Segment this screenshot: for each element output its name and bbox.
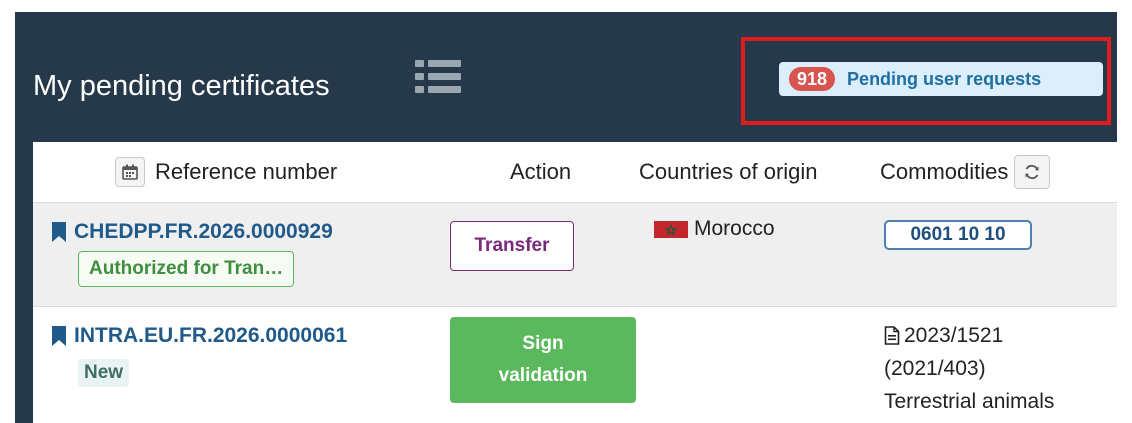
header-countries: Countries of origin (639, 159, 818, 184)
list-icon[interactable] (413, 56, 465, 98)
header-commodities-label: Commodities (880, 159, 1009, 184)
status-badge: Authorized for Tran… (78, 251, 295, 287)
flag-morocco-icon (654, 220, 688, 238)
regulation-ref: (2021/403) (884, 357, 986, 380)
header-action: Action (510, 159, 572, 184)
panel-title: My pending certificates (33, 70, 330, 102)
pending-count-badge: 918 (789, 67, 836, 91)
pending-requests-label: Pending user requests (847, 68, 1042, 89)
reference-number: CHEDPP.FR.2026.0000929 (74, 220, 333, 243)
calendar-icon[interactable] (115, 157, 145, 187)
sign-label: Sign (522, 333, 564, 354)
pending-user-requests-button[interactable]: 918 Pending user requests (779, 62, 1103, 96)
pending-certificates-panel: My pending certificates 918 Pending user… (15, 12, 1117, 423)
certificates-table: Reference number Action Countries of ori… (33, 142, 1117, 423)
bookmark-icon (52, 222, 66, 242)
regulation-category: Terrestrial animals (884, 390, 1055, 413)
regulation-number: 2023/1521 (904, 324, 1004, 347)
reference-link[interactable]: INTRA.EU.FR.2026.0000061 (51, 324, 347, 348)
sign-validation-button[interactable]: Sign validation (450, 317, 636, 403)
document-icon (884, 326, 900, 345)
reference-number: INTRA.EU.FR.2026.0000061 (74, 324, 348, 347)
header-commodities: Commodities (880, 142, 1051, 202)
regulation-info: 2023/1521 (2021/403) Terrestrial animals (884, 319, 1054, 418)
table-row: CHEDPP.FR.2026.0000929 Authorized for Tr… (33, 202, 1117, 307)
commodity-code-badge: 0601 10 10 (884, 220, 1032, 250)
reference-link[interactable]: CHEDPP.FR.2026.0000929 (51, 220, 333, 244)
validation-label: validation (498, 365, 588, 386)
country-of-origin: Morocco (654, 217, 775, 241)
header-reference: Reference number (115, 142, 337, 202)
status-badge: New (78, 359, 130, 387)
table-row: INTRA.EU.FR.2026.0000061 New Sign valida… (33, 306, 1117, 423)
transfer-button[interactable]: Transfer (450, 221, 574, 271)
header-reference-label: Reference number (155, 159, 338, 184)
refresh-icon[interactable] (1014, 155, 1051, 189)
country-name: Morocco (694, 217, 775, 240)
bookmark-icon (52, 326, 66, 346)
